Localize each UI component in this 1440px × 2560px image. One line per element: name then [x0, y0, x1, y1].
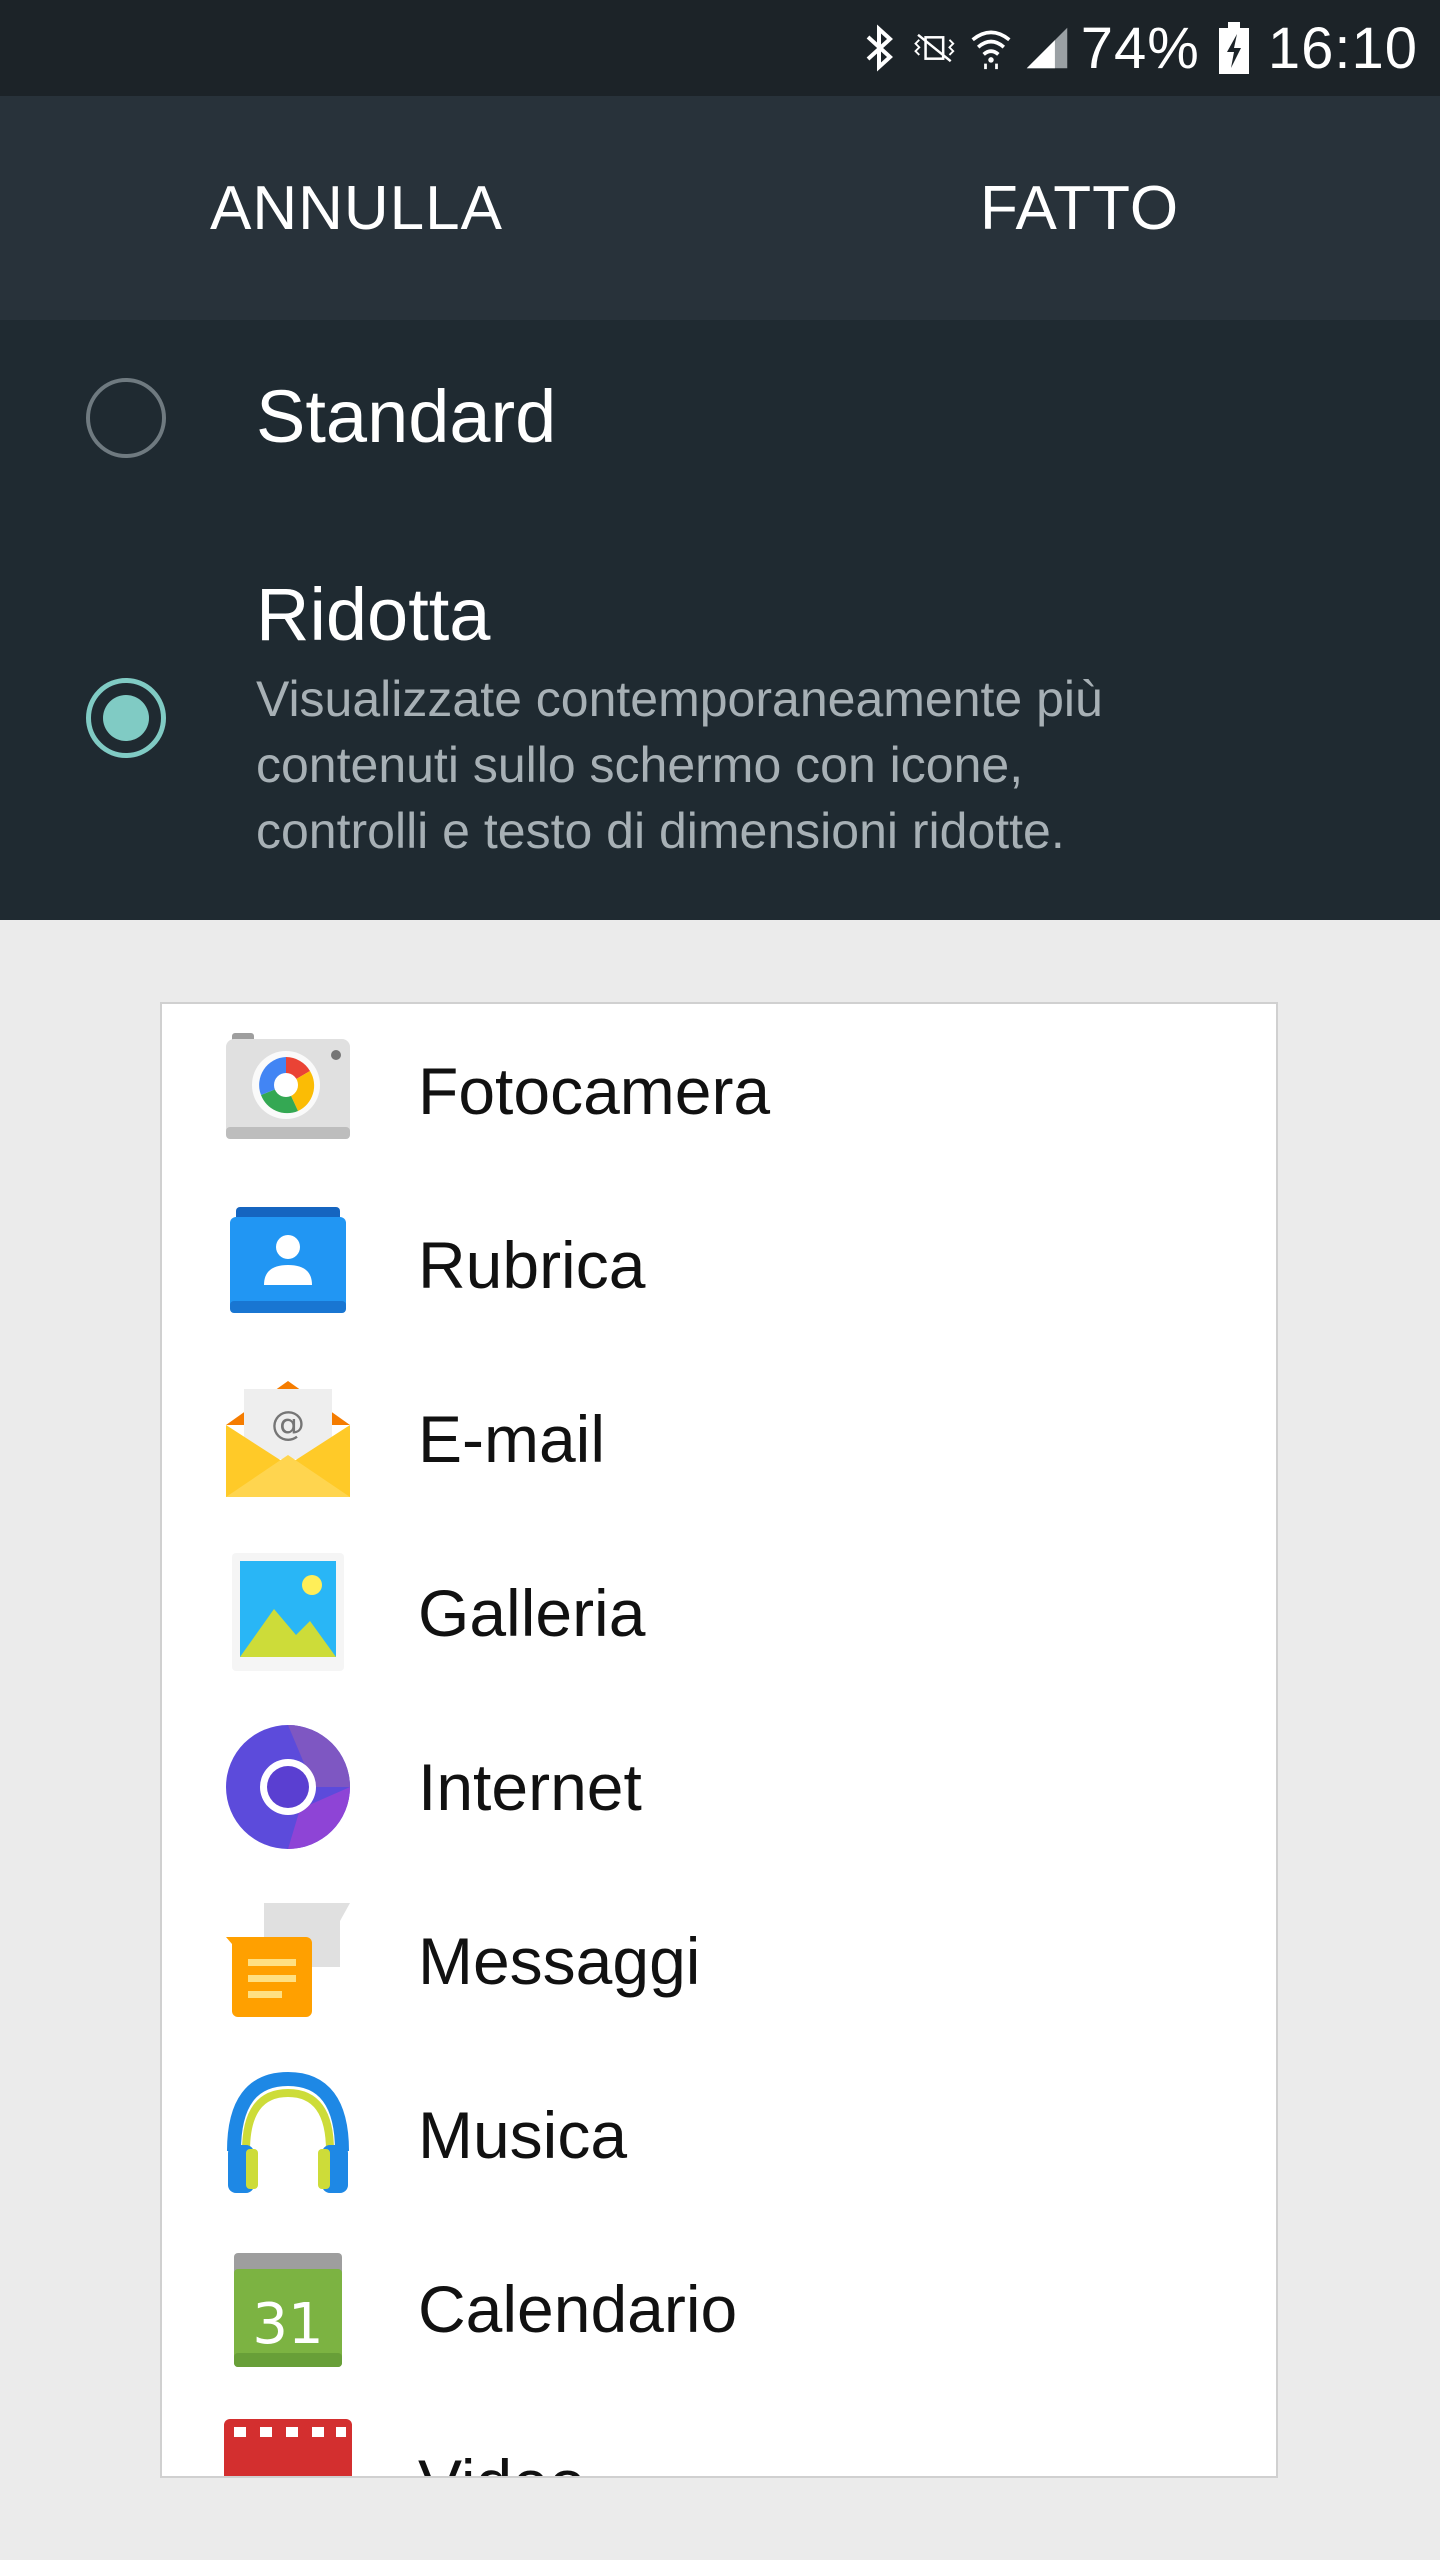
vibrate-mute-icon: [913, 18, 957, 78]
app-label: E-mail: [418, 1402, 606, 1476]
app-label: Musica: [418, 2098, 628, 2172]
app-item-contacts[interactable]: Rubrica: [162, 1178, 1276, 1352]
option-standard[interactable]: Standard: [0, 320, 1440, 520]
option-reduced-label: Ridotta: [256, 573, 491, 656]
camera-icon: [224, 1027, 352, 1155]
app-label: Fotocamera: [418, 1054, 771, 1128]
app-label: Messaggi: [418, 1924, 701, 1998]
app-item-calendar[interactable]: 31 Calendario: [162, 2222, 1276, 2396]
bluetooth-icon: [857, 18, 901, 78]
app-item-internet[interactable]: Internet: [162, 1700, 1276, 1874]
contacts-icon: [224, 1201, 352, 1329]
calendar-icon: 31: [224, 2245, 352, 2373]
app-label: Calendario: [418, 2272, 738, 2346]
battery-percent: 74%: [1080, 15, 1200, 81]
app-list-preview: Fotocamera Rubrica @ E-mail Galleria Int…: [160, 1002, 1278, 2478]
wifi-icon: [969, 18, 1013, 78]
app-label: Video: [418, 2396, 586, 2476]
radio-standard[interactable]: [86, 378, 166, 458]
radio-reduced[interactable]: [86, 678, 166, 758]
done-button[interactable]: FATTO: [980, 96, 1179, 320]
app-item-messages[interactable]: Messaggi: [162, 1874, 1276, 2048]
app-label: Galleria: [418, 1576, 646, 1650]
app-label: Rubrica: [418, 1228, 646, 1302]
option-standard-label: Standard: [256, 375, 557, 458]
battery-charging-icon: [1212, 18, 1256, 78]
status-icons: 74% 16:10: [857, 0, 1418, 96]
gallery-icon: [224, 1549, 352, 1677]
video-icon: [224, 2419, 352, 2476]
signal-icon: [1025, 18, 1069, 78]
app-item-video[interactable]: Video: [162, 2396, 1276, 2476]
description-line: Visualizzate contemporaneamente più: [256, 671, 1103, 727]
app-item-music[interactable]: Musica: [162, 2048, 1276, 2222]
svg-text:@: @: [271, 1404, 305, 1444]
internet-icon: [224, 1723, 352, 1851]
app-label: Internet: [418, 1750, 642, 1824]
display-size-options: Standard Ridotta Visualizzate contempora…: [0, 320, 1440, 920]
app-item-email[interactable]: @ E-mail: [162, 1352, 1276, 1526]
action-bar: ANNULLA FATTO: [0, 96, 1440, 320]
messages-icon: [224, 1897, 352, 2025]
app-item-gallery[interactable]: Galleria: [162, 1526, 1276, 1700]
description-line: contenuti sullo schermo con icone,: [256, 737, 1024, 793]
app-item-camera[interactable]: Fotocamera: [162, 1004, 1276, 1178]
option-reduced-description: Visualizzate contemporaneamente più cont…: [256, 666, 1356, 864]
description-line: controlli e testo di dimensioni ridotte.: [256, 803, 1065, 859]
cancel-button[interactable]: ANNULLA: [210, 96, 503, 320]
clock: 16:10: [1267, 15, 1418, 81]
music-icon: [224, 2071, 352, 2199]
email-icon: @: [224, 1375, 352, 1503]
status-bar: 74% 16:10: [0, 0, 1440, 96]
option-reduced[interactable]: Ridotta Visualizzate contemporaneamente …: [0, 520, 1440, 920]
calendar-icon-day: 31: [252, 2292, 323, 2357]
